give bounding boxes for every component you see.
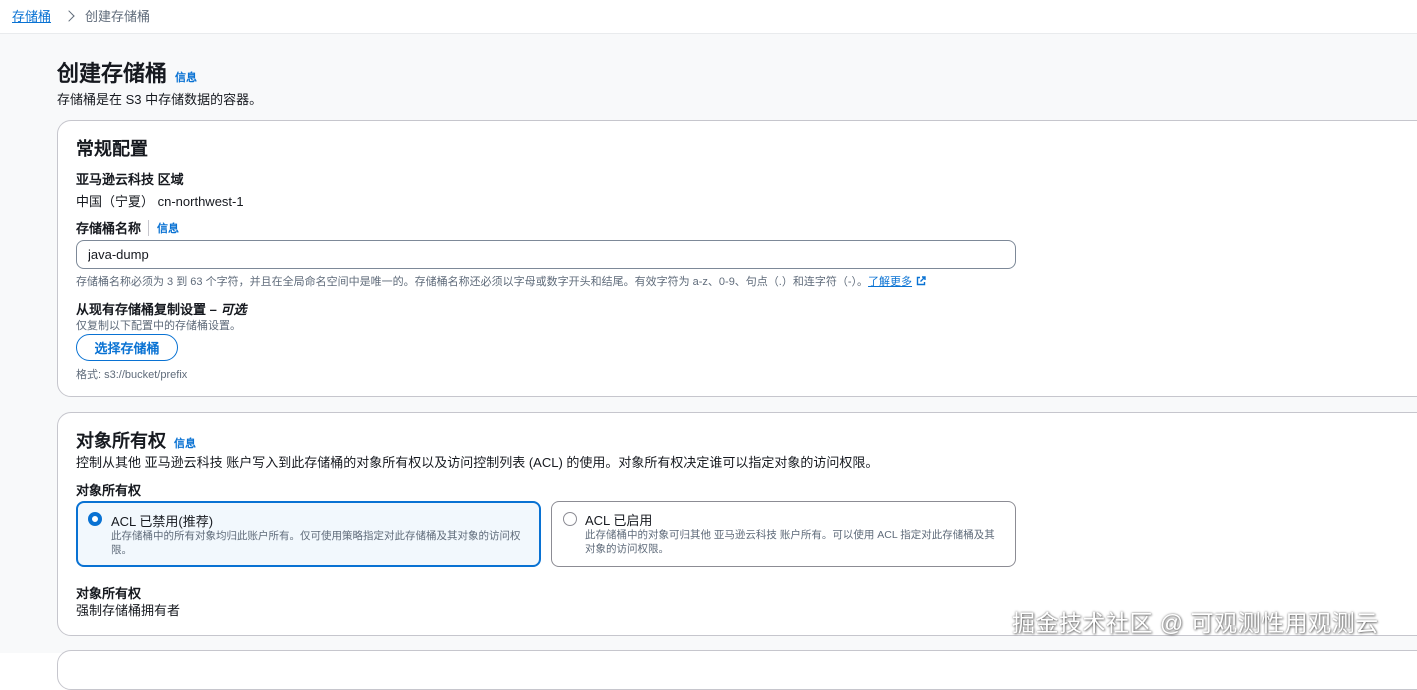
- copy-settings-hint: 仅复制以下配置中的存储桶设置。: [76, 320, 241, 332]
- learn-more-link[interactable]: 了解更多: [868, 276, 926, 288]
- object-ownership-panel: 对象所有权 信息 控制从其他 亚马逊云科技 账户写入到此存储桶的对象所有权以及访…: [57, 412, 1417, 636]
- acl-disabled-description: 此存储桶中的所有对象均归此账户所有。仅可使用策略指定对此存储桶及其对象的访问权限…: [111, 530, 521, 556]
- watermark: 掘金技术社区 @ 可观测性用观测云: [1012, 610, 1379, 636]
- radio-selected-icon[interactable]: [88, 512, 102, 526]
- page-info-link[interactable]: 信息: [175, 69, 197, 85]
- bucket-name-hint: 存储桶名称必须为 3 到 63 个字符，并且在全局命名空间中是唯一的。存储桶名称…: [76, 273, 926, 289]
- acl-disabled-option[interactable]: ACL 已禁用(推荐) 此存储桶中的所有对象均归此账户所有。仅可使用策略指定对此…: [76, 501, 541, 567]
- external-link-icon: [916, 276, 926, 286]
- region-label: 亚马逊云科技 区域: [76, 172, 184, 187]
- next-panel: [57, 650, 1417, 690]
- acl-enabled-title: ACL 已启用: [585, 513, 653, 528]
- page-title: 创建存储桶: [57, 61, 168, 86]
- bucket-name-label: 存储桶名称: [76, 221, 142, 236]
- breadcrumb-current: 创建存储桶: [85, 9, 151, 24]
- bucket-name-info-link[interactable]: 信息: [157, 220, 179, 236]
- acl-disabled-title: ACL 已禁用(推荐): [111, 514, 214, 529]
- page-description: 存储桶是在 S3 中存储数据的容器。: [57, 92, 263, 107]
- region-value: 中国（宁夏） cn-northwest-1: [76, 194, 244, 209]
- chevron-right-icon: [63, 9, 75, 22]
- page-header: 创建存储桶 信息: [57, 56, 197, 88]
- learn-more-text[interactable]: 了解更多: [868, 276, 912, 288]
- general-configuration-panel: 常规配置 亚马逊云科技 区域 中国（宁夏） cn-northwest-1 存储桶…: [57, 120, 1417, 397]
- choose-bucket-button[interactable]: 选择存储桶: [76, 334, 178, 361]
- ownership-result-value: 强制存储桶拥有者: [76, 603, 181, 618]
- format-hint: 格式: s3://bucket/prefix: [76, 369, 188, 381]
- copy-settings-label: 从现有存储桶复制设置 – 可选: [76, 299, 246, 318]
- general-configuration-title: 常规配置: [76, 139, 148, 159]
- breadcrumb: 存储桶 创建存储桶: [12, 6, 150, 25]
- copy-settings-label-text: 从现有存储桶复制设置 –: [76, 302, 221, 317]
- top-bar: 存储桶 创建存储桶: [0, 0, 1417, 34]
- optional-tag: 可选: [220, 302, 247, 317]
- acl-enabled-option[interactable]: ACL 已启用 此存储桶中的对象可归其他 亚马逊云科技 账户所有。可以使用 AC…: [551, 501, 1016, 567]
- object-ownership-info-link[interactable]: 信息: [174, 435, 196, 451]
- object-ownership-header: 对象所有权 信息: [76, 427, 196, 453]
- bucket-name-label-row: 存储桶名称 信息: [76, 218, 179, 237]
- label-divider: [148, 219, 150, 236]
- radio-unselected-icon[interactable]: [563, 512, 577, 526]
- object-ownership-field-label: 对象所有权: [76, 483, 142, 498]
- page-content: 创建存储桶 信息 存储桶是在 S3 中存储数据的容器。 常规配置 亚马逊云科技 …: [0, 34, 1417, 690]
- acl-enabled-description: 此存储桶中的对象可归其他 亚马逊云科技 账户所有。可以使用 ACL 指定对此存储…: [585, 529, 995, 555]
- object-ownership-title: 对象所有权: [76, 431, 166, 451]
- bucket-name-input[interactable]: [76, 240, 1016, 269]
- bucket-name-hint-text: 存储桶名称必须为 3 到 63 个字符，并且在全局命名空间中是唯一的。存储桶名称…: [76, 276, 869, 288]
- breadcrumb-buckets-link[interactable]: 存储桶: [12, 6, 51, 25]
- object-ownership-description: 控制从其他 亚马逊云科技 账户写入到此存储桶的对象所有权以及访问控制列表 (AC…: [76, 455, 879, 470]
